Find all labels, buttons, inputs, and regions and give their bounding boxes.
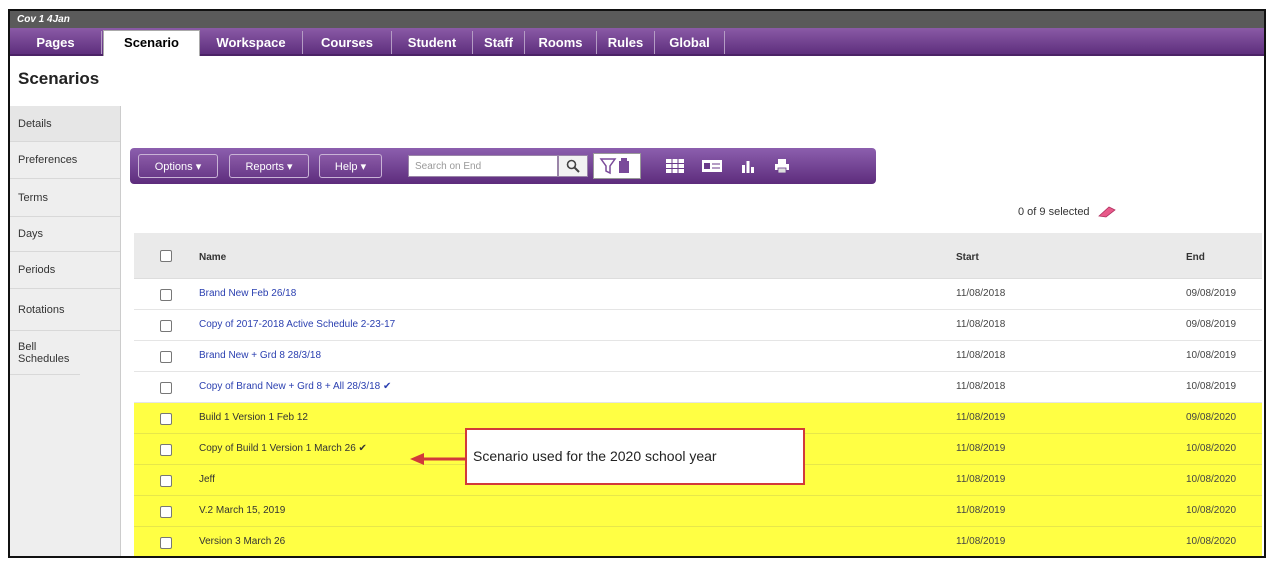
table-row[interactable]: V.2 March 15, 2019 11/08/2019 10/08/2020: [134, 496, 1262, 527]
row-name: Jeff: [199, 474, 215, 485]
row-end: 10/08/2020: [1186, 505, 1237, 516]
annotation-callout: Scenario used for the 2020 school year: [465, 428, 805, 485]
row-start: 11/08/2018: [956, 288, 1006, 299]
row-name: Build 1 Version 1 Feb 12: [199, 412, 308, 423]
options-button[interactable]: Options ▾: [138, 154, 218, 178]
search-button[interactable]: [558, 155, 588, 177]
sidebar: Details Preferences Terms Days Periods R…: [10, 106, 121, 556]
row-name[interactable]: Copy of 2017-2018 Active Schedule 2-23-1…: [199, 319, 395, 330]
chart-button[interactable]: [736, 156, 760, 176]
table-row[interactable]: Copy of 2017-2018 Active Schedule 2-23-1…: [134, 310, 1262, 341]
select-all-checkbox[interactable]: [160, 250, 172, 262]
toolbar: Options ▾ Reports ▾ Help ▾ Search on End: [130, 148, 876, 184]
row-name[interactable]: Copy of Brand New + Grd 8 + All 28/3/18 …: [199, 381, 391, 392]
tab-student[interactable]: Student: [392, 31, 473, 54]
header-end[interactable]: End: [1186, 252, 1205, 263]
row-name[interactable]: Brand New + Grd 8 28/3/18: [199, 350, 321, 361]
print-button[interactable]: [770, 156, 794, 176]
sidebar-item-terms[interactable]: Terms: [10, 179, 120, 217]
sidebar-item-periods[interactable]: Periods: [10, 252, 120, 289]
card-view-button[interactable]: [700, 156, 724, 176]
help-button[interactable]: Help ▾: [319, 154, 382, 178]
row-end: 10/08/2020: [1186, 474, 1237, 485]
row-end: 10/08/2019: [1186, 350, 1237, 361]
card-icon: [702, 160, 722, 172]
row-checkbox[interactable]: [160, 475, 172, 487]
row-checkbox[interactable]: [160, 506, 172, 518]
arrow-left-icon: [410, 453, 465, 465]
tab-pages[interactable]: Pages: [10, 31, 102, 54]
row-name: Version 3 March 26: [199, 536, 286, 547]
row-checkbox[interactable]: [160, 537, 172, 549]
reports-button[interactable]: Reports ▾: [229, 154, 309, 178]
chart-icon: [742, 161, 754, 173]
sidebar-item-bell-schedules[interactable]: Bell Schedules: [10, 331, 80, 375]
app-frame: Cov 1 4Jan Pages Scenario Workspace Cour…: [8, 9, 1266, 558]
grid-view-button[interactable]: [663, 156, 687, 176]
row-name[interactable]: Brand New Feb 26/18: [199, 288, 296, 299]
sidebar-item-preferences[interactable]: Preferences: [10, 142, 120, 179]
sidebar-item-details[interactable]: Details: [10, 106, 120, 142]
row-name: V.2 March 15, 2019: [199, 505, 286, 516]
header-start[interactable]: Start: [956, 252, 979, 263]
selection-text: 0 of 9 selected: [1018, 206, 1090, 218]
scenarios-table: Name Start End Brand New Feb 26/18 11/08/…: [134, 233, 1262, 556]
page-title: Scenarios: [18, 69, 100, 88]
table-row[interactable]: Brand New Feb 26/18 11/08/2018 09/08/2019: [134, 279, 1262, 310]
window-title: Cov 1 4Jan: [10, 11, 1264, 28]
row-end: 09/08/2019: [1186, 319, 1237, 330]
row-checkbox[interactable]: [160, 382, 172, 394]
tab-workspace[interactable]: Workspace: [200, 31, 303, 54]
tab-rooms[interactable]: Rooms: [525, 31, 597, 54]
selection-count: 0 of 9 selected: [1018, 206, 1117, 218]
row-start: 11/08/2018: [956, 319, 1006, 330]
table-row[interactable]: Brand New + Grd 8 28/3/18 11/08/2018 10/08…: [134, 341, 1262, 372]
row-start: 11/08/2019: [956, 505, 1006, 516]
row-checkbox[interactable]: [160, 351, 172, 363]
table-header: Name Start End: [134, 233, 1262, 279]
row-start: 11/08/2019: [956, 536, 1006, 547]
tab-staff[interactable]: Staff: [473, 31, 525, 54]
sidebar-item-rotations[interactable]: Rotations: [10, 289, 120, 331]
filter-icon: [599, 158, 629, 175]
callout-arrow: [410, 452, 466, 471]
row-end: 10/08/2020: [1186, 536, 1237, 547]
row-start: 11/08/2019: [956, 474, 1006, 485]
row-start: 11/08/2018: [956, 350, 1006, 361]
row-start: 11/08/2019: [956, 412, 1006, 423]
grid-icon: [666, 159, 684, 173]
filter-button[interactable]: [593, 153, 641, 179]
row-start: 11/08/2019: [956, 443, 1006, 454]
row-checkbox[interactable]: [160, 444, 172, 456]
row-start: 11/08/2018: [956, 381, 1006, 392]
row-checkbox[interactable]: [160, 413, 172, 425]
row-end: 09/08/2020: [1186, 412, 1237, 423]
row-end: 10/08/2019: [1186, 381, 1237, 392]
search-icon: [566, 159, 580, 173]
table-row[interactable]: Version 3 March 26 11/08/2019 10/08/2020: [134, 527, 1262, 556]
header-name[interactable]: Name: [199, 252, 226, 263]
search-input[interactable]: Search on End: [408, 155, 558, 177]
tab-scenario[interactable]: Scenario: [103, 30, 200, 56]
table-row[interactable]: Copy of Brand New + Grd 8 + All 28/3/18 …: [134, 372, 1262, 403]
eraser-icon[interactable]: [1097, 206, 1117, 218]
row-name: Copy of Build 1 Version 1 March 26 ✔: [199, 443, 367, 454]
row-end: 10/08/2020: [1186, 443, 1237, 454]
tab-courses[interactable]: Courses: [303, 31, 392, 54]
print-icon: [775, 159, 789, 174]
sidebar-item-days[interactable]: Days: [10, 217, 120, 252]
row-checkbox[interactable]: [160, 289, 172, 301]
row-checkbox[interactable]: [160, 320, 172, 332]
main-nav: Pages Scenario Workspace Courses Student…: [10, 28, 1264, 56]
tab-global[interactable]: Global: [655, 31, 725, 54]
tab-rules[interactable]: Rules: [597, 31, 655, 54]
row-end: 09/08/2019: [1186, 288, 1237, 299]
